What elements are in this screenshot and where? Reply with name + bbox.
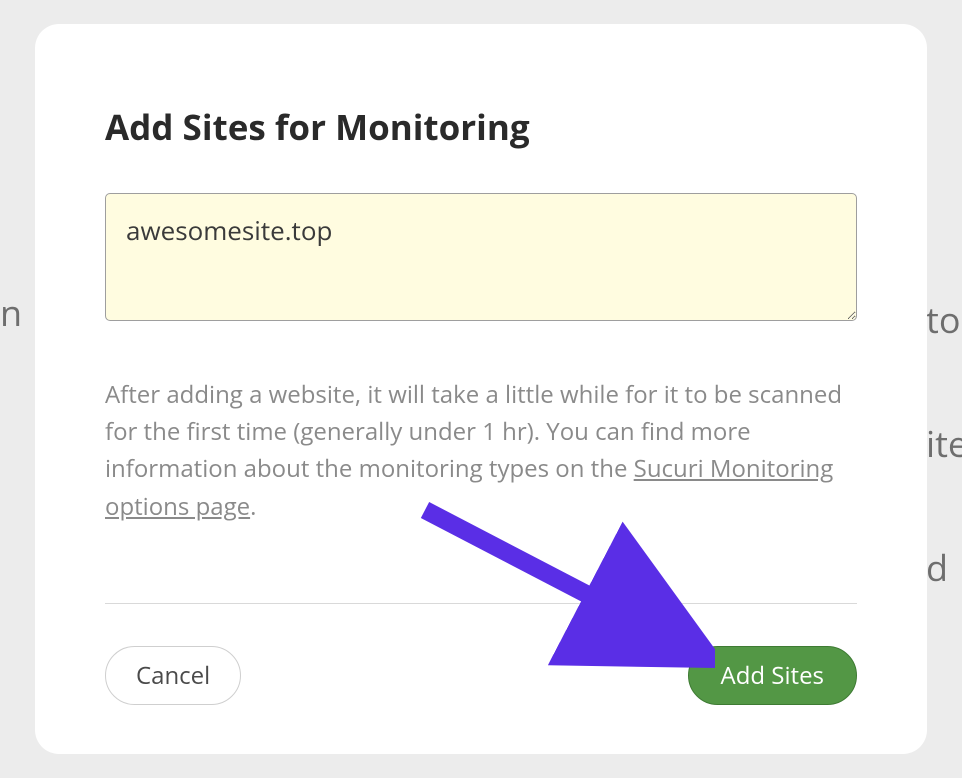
add-sites-modal: Add Sites for Monitoring After adding a …	[35, 24, 927, 754]
modal-actions: Cancel Add Sites	[105, 646, 857, 705]
add-sites-button[interactable]: Add Sites	[688, 646, 857, 705]
modal-title: Add Sites for Monitoring	[105, 104, 857, 151]
cancel-button[interactable]: Cancel	[105, 646, 241, 705]
background-text-left: n	[0, 295, 26, 435]
helper-text: After adding a website, it will take a l…	[105, 376, 857, 525]
background-text-right: to ite d	[926, 295, 962, 645]
divider	[105, 603, 857, 604]
sites-input[interactable]	[105, 193, 857, 321]
helper-text-suffix: .	[250, 490, 256, 523]
